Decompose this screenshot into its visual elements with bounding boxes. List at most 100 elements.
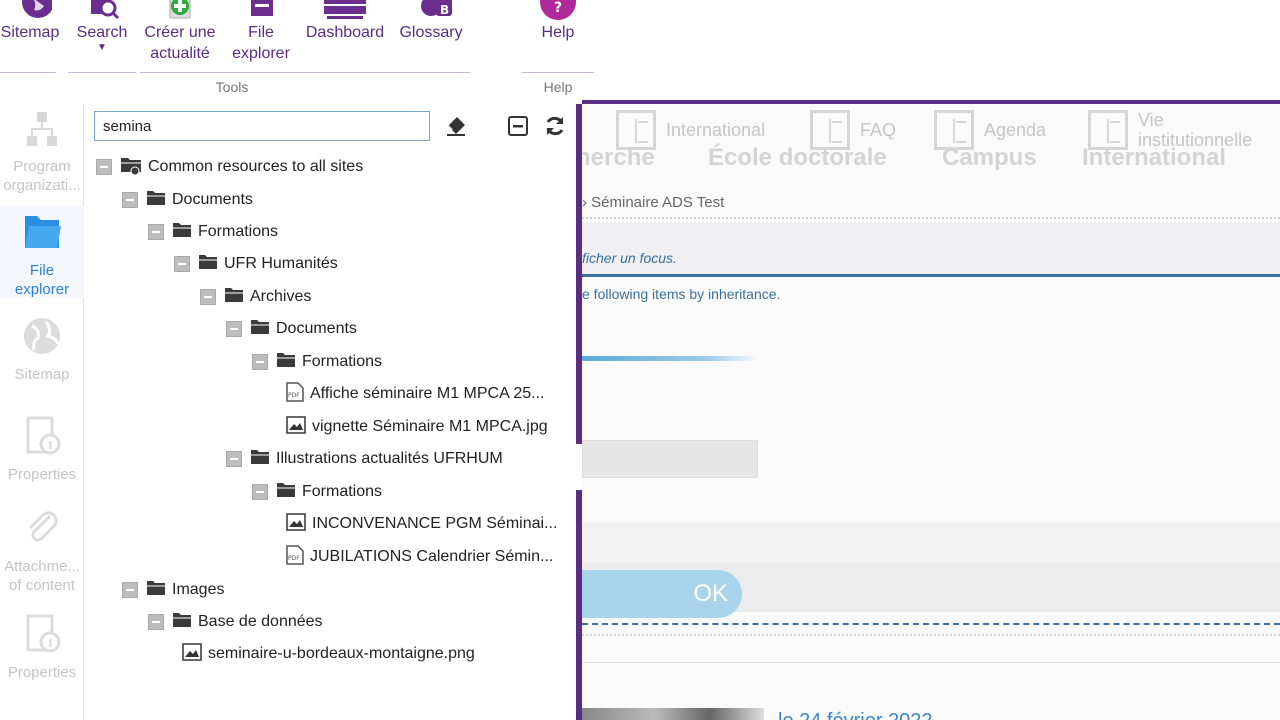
tree-node[interactable]: seminaire-u-bordeaux-montaigne.png [182,641,475,667]
tree-node-label: JUBILATIONS Calendrier Sémin... [310,548,554,565]
collapse-toggle-icon[interactable] [122,582,138,598]
leftbar-label: Properties [7,664,77,681]
leftbar-label: explorer [14,281,70,298]
news-thumbnail [582,708,764,720]
collapse-toggle-icon[interactable] [200,289,216,305]
leftbar-sitemap[interactable]: Sitemap [0,316,84,384]
svg-text:PDF: PDF [288,392,300,399]
tree-node-label: Illustrations actualités UFRHUM [276,450,503,467]
folder-icon [250,319,270,340]
eraser-icon[interactable] [444,114,468,138]
tree-node[interactable]: vignette Séminaire M1 MPCA.jpg [286,414,548,440]
collapse-all-icon[interactable] [506,114,530,138]
add-document-icon [140,0,220,22]
create-news-button[interactable]: Créer une actualité [140,0,220,64]
search-input[interactable] [94,111,430,141]
nav-label: International [666,119,766,140]
leftbar-label: organizati... [3,177,81,194]
tree-node[interactable]: Illustrations actualités UFRHUM [226,446,503,472]
leftbar-program-organization[interactable]: Program organizati... [0,112,84,195]
leftbar-properties[interactable]: Properties [0,416,84,484]
tree-node[interactable]: Formations [252,349,382,375]
tree-node-label: Documents [276,320,357,337]
tree-node-label: UFR Humanités [224,255,338,272]
inherit-hint: e following items by inheritance. [582,286,781,302]
nav-label: FAQ [860,119,897,140]
focus-band [582,222,1280,274]
sitemap-button[interactable]: Sitemap [0,0,60,43]
leftbar-label: of content [9,577,75,594]
tree-node[interactable]: INCONVENANCE PGM Séminai... [286,511,557,537]
tree-node[interactable]: Images [122,577,224,603]
folder-icon [198,254,218,275]
paperclip-icon [0,508,84,553]
dashboard-icon [302,0,388,22]
properties-icon [0,614,84,659]
image-file-icon [286,512,306,536]
tree-node[interactable]: Documents [122,187,253,213]
ghost-menu-item: International [1082,144,1227,171]
blue-progress-bar [582,356,762,361]
file-explorer-label-line2: explorer [232,45,290,62]
leftbar-properties-2[interactable]: Properties [0,614,84,682]
ghost-menu-item: École doctorale [708,144,887,171]
focus-hint: ficher un focus. [582,250,677,266]
svg-text:?: ? [554,0,562,16]
leftbar-attachments[interactable]: Attachme... of content [0,508,84,595]
app-root: Sitemap Search ▼ Créer une actualité Fil… [0,0,1280,720]
tree-node[interactable]: Documents [226,316,357,342]
site-preview: International FAQ Agenda Vie institutionn… [582,104,1280,720]
pdf-file-icon: PDF [286,544,304,570]
leftbar-label: Program [13,158,71,175]
tree-node[interactable]: Formations [148,219,278,245]
ok-button[interactable]: OK [582,570,742,618]
collapse-toggle-icon[interactable] [252,354,268,370]
panel-divider[interactable] [576,104,582,720]
collapse-toggle-icon[interactable] [122,192,138,208]
ok-label: OK [693,580,728,607]
folder-icon [224,287,244,308]
tree-node-label: Formations [302,483,383,500]
tree-node[interactable]: Archives [200,284,311,310]
pdf-file-icon: PDF [286,381,304,407]
create-news-label-line2: actualité [150,45,210,62]
ghost-menu-item: Campus [942,144,1037,171]
glossary-button[interactable]: B Glossary [396,0,466,43]
leftbar-label: File [29,262,55,279]
help-button[interactable]: ? Help [526,0,590,43]
collapse-toggle-icon[interactable] [252,484,268,500]
sitemap-label: Sitemap [0,24,60,41]
collapse-toggle-icon[interactable] [226,321,242,337]
leftbar-file-explorer[interactable]: File explorer [0,206,84,298]
left-tool-bar: Program organizati... File explorer Site… [0,104,84,720]
collapse-toggle-icon[interactable] [148,614,164,630]
refresh-icon[interactable] [543,114,567,138]
search-label: Search [76,24,128,41]
tree-node[interactable]: UFR Humanités [174,251,338,277]
separator [582,662,1280,663]
tree-node-label: Formations [198,223,279,240]
collapse-toggle-icon[interactable] [96,159,112,175]
search-button[interactable]: Search ▼ [70,0,134,53]
tree-node[interactable]: PDF JUBILATIONS Calendrier Sémin... [286,544,553,570]
file-explorer-button[interactable]: File explorer [226,0,296,64]
svg-text:PDF: PDF [288,555,300,562]
leftbar-label: Attachme... [4,558,80,575]
tree-node[interactable]: Base de données [148,609,323,635]
folder-icon [276,482,296,503]
collapse-toggle-icon[interactable] [148,224,164,240]
dashboard-button[interactable]: Dashboard [302,0,388,43]
help-group-label: Help [543,79,573,95]
tree-node-label: INCONVENANCE PGM Séminai... [312,515,558,532]
panel-resize-handle[interactable] [576,444,582,490]
tree-node[interactable]: Common resources to all sites [96,154,363,180]
leftbar-label: Properties [7,466,77,483]
dashboard-label: Dashboard [305,24,385,41]
help-icon: ? [526,0,590,22]
tree-node-label: vignette Séminaire M1 MPCA.jpg [312,418,548,435]
tree-node[interactable]: PDF Affiche séminaire M1 MPCA 25... [286,381,544,407]
collapse-toggle-icon[interactable] [226,451,242,467]
chevron-down-icon[interactable]: ▼ [70,43,134,53]
collapse-toggle-icon[interactable] [174,256,190,272]
tree-node[interactable]: Formations [252,479,382,505]
